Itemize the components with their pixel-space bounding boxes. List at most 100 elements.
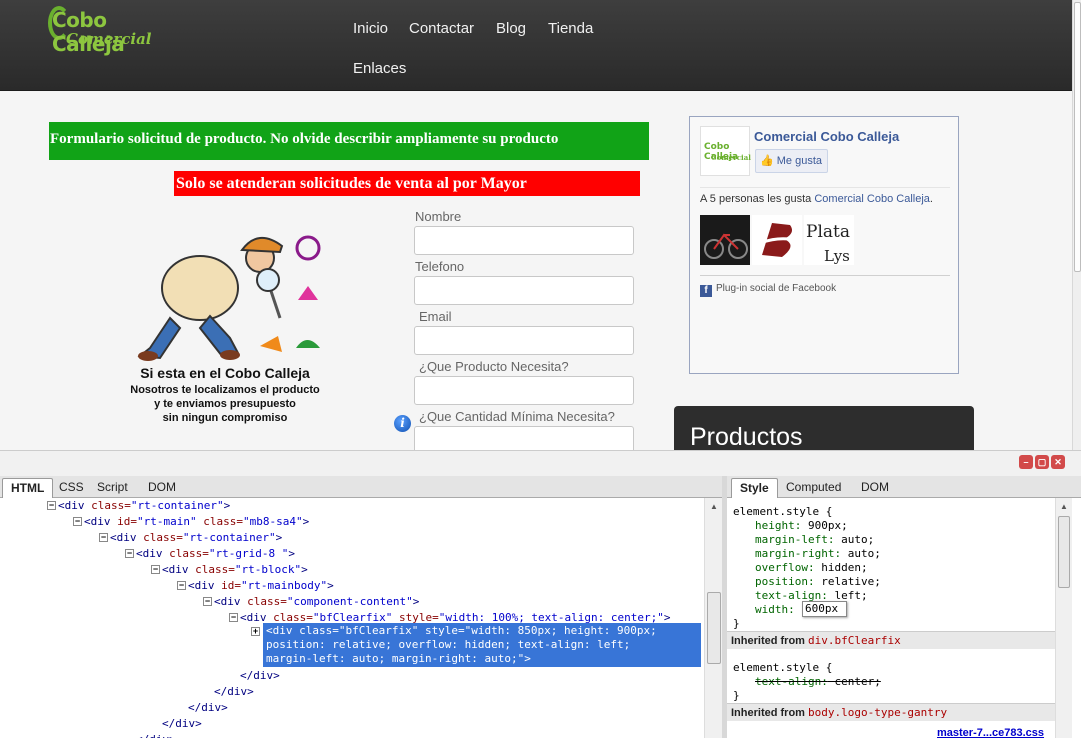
selected-node-line: position: relative; overflow: hidden; te… — [266, 638, 631, 651]
inherited-selector[interactable]: div.bfClearfix — [808, 634, 901, 647]
html-tree-node[interactable]: <div class="rt-container"> — [58, 498, 230, 514]
tab-css[interactable]: CSS — [51, 478, 92, 498]
site-logo[interactable]: Cobo Calleja Comercial — [48, 6, 168, 56]
html-closing-tag: </div> — [214, 685, 254, 698]
tab-script[interactable]: Script — [89, 478, 136, 498]
css-property-height[interactable]: height: 900px; — [755, 519, 848, 533]
firebug-side-tabs: Style Computed DOM — [727, 476, 1081, 498]
nav-contactar[interactable]: Contactar — [409, 20, 474, 37]
facebook-page-name[interactable]: Comercial Cobo Calleja — [754, 129, 899, 144]
logo-line2: Comercial — [66, 30, 152, 48]
selected-node-line: <div class="bfClearfix" style="width: 85… — [266, 624, 657, 637]
expand-node-icon[interactable]: + — [251, 627, 260, 636]
firebug-panel-tabs: HTML CSS Script DOM — [0, 476, 722, 498]
rule-selector[interactable]: element.style { — [733, 505, 832, 519]
collapse-node-icon[interactable]: − — [151, 565, 160, 574]
nav-inicio[interactable]: Inicio — [353, 20, 388, 37]
html-scrollbar[interactable]: ▲ — [704, 498, 722, 738]
tab-html[interactable]: HTML — [2, 478, 54, 498]
inherited-header-1: Inherited from div.bfClearfix — [727, 631, 1055, 649]
facebook-like-count: A 5 personas les gusta Comercial Cobo Ca… — [700, 193, 933, 205]
tab-side-dom[interactable]: DOM — [853, 478, 897, 498]
css-property-margin-left[interactable]: margin-left: auto; — [755, 533, 874, 547]
svg-text:Plata: Plata — [806, 222, 850, 242]
tab-dom[interactable]: DOM — [140, 478, 184, 498]
facebook-page-logo[interactable]: Cobo Calleja Comercial — [700, 126, 751, 176]
html-tree-node[interactable]: <div id="rt-main" class="mb8-sa4"> — [84, 514, 309, 530]
html-tree-node[interactable]: <div class="component-content"> — [214, 594, 419, 610]
style-scrollbar-thumb[interactable] — [1058, 516, 1070, 588]
rule-close: } — [733, 617, 740, 630]
facebook-plugin-label[interactable]: f Plug-in social de Facebook — [700, 283, 836, 297]
collapse-node-icon[interactable]: − — [177, 581, 186, 590]
collapse-node-icon[interactable]: − — [125, 549, 134, 558]
fan-avatar-bike[interactable] — [700, 215, 750, 265]
banner-red: Solo se atenderan solicitudes de venta a… — [174, 171, 640, 196]
stylesheet-source-link[interactable]: master-7...ce783.css — [937, 727, 1044, 739]
html-tree-node[interactable]: <div class="rt-container"> — [110, 530, 282, 546]
page-scrollbar-thumb[interactable] — [1074, 2, 1081, 272]
firebug-toolbar — [0, 450, 1081, 476]
inherited-header-2: Inherited from body.logo-type-gantry — [727, 703, 1055, 721]
collapse-node-icon[interactable]: − — [47, 501, 56, 510]
fan-avatar-plata-lys[interactable]: Plata Lys — [804, 215, 854, 265]
like-count-text: A 5 personas les gusta — [700, 193, 815, 205]
css-property-overflow[interactable]: overflow: hidden; — [755, 561, 868, 575]
html-tree-node[interactable]: <div id="rt-mainbody"> — [188, 578, 334, 594]
nav-enlaces[interactable]: Enlaces — [353, 60, 406, 77]
like-count-link[interactable]: Comercial Cobo Calleja — [814, 193, 930, 205]
facebook-like-button[interactable]: 👍 Me gusta — [755, 149, 828, 173]
html-tree-node[interactable]: <div class="rt-block"> — [162, 562, 308, 578]
property-name: text-align: — [755, 675, 828, 688]
html-scrollbar-thumb[interactable] — [707, 592, 721, 664]
html-closing-tag: </div> — [136, 732, 176, 738]
label-email: Email — [419, 309, 452, 324]
rule-selector-2[interactable]: element.style { — [733, 661, 832, 675]
email-input[interactable] — [414, 326, 634, 355]
tab-style[interactable]: Style — [731, 478, 778, 498]
plugin-text: Plug-in social de Facebook — [716, 283, 837, 294]
inherited-selector[interactable]: body.logo-type-gantry — [808, 706, 947, 719]
collapse-node-icon[interactable]: − — [203, 597, 212, 606]
tagline-line: sin ningun compromiso — [162, 412, 288, 424]
overridden-property[interactable]: text-align: center; — [755, 675, 881, 689]
selected-html-node[interactable]: <div class="bfClearfix" style="width: 85… — [263, 623, 701, 667]
collapse-node-icon[interactable]: − — [99, 533, 108, 542]
tagline-line: y te enviamos presupuesto — [154, 398, 296, 410]
fan-avatar-b-logo[interactable] — [752, 215, 802, 265]
divider — [700, 275, 950, 276]
scroll-up-icon[interactable]: ▲ — [1060, 502, 1068, 511]
detective-illustration — [137, 235, 321, 361]
inherited-label: Inherited from — [731, 635, 809, 647]
tagline-body: Nosotros te localizamos el producto y te… — [120, 383, 330, 425]
nombre-input[interactable] — [414, 226, 634, 255]
label-producto: ¿Que Producto Necesita? — [419, 359, 569, 374]
collapse-node-icon[interactable]: − — [229, 613, 238, 622]
detach-icon[interactable]: ▢ — [1035, 455, 1049, 469]
nav-blog[interactable]: Blog — [496, 20, 526, 37]
scroll-up-icon[interactable]: ▲ — [710, 502, 718, 511]
html-tree-node[interactable]: <div class="rt-grid-8 "> — [136, 546, 295, 562]
style-panel: element.style { height: 900px; margin-lef… — [727, 498, 1055, 738]
producto-input[interactable] — [414, 376, 634, 405]
close-icon[interactable]: ✕ — [1051, 455, 1065, 469]
telefono-input[interactable] — [414, 276, 634, 305]
rule-close-2: } — [733, 689, 740, 702]
tab-computed[interactable]: Computed — [778, 478, 849, 498]
css-property-position[interactable]: position: relative; — [755, 575, 881, 589]
css-value-editor[interactable]: 600px — [802, 601, 847, 617]
site-header: Cobo Calleja Comercial Inicio Contactar … — [0, 0, 1072, 91]
collapse-node-icon[interactable]: − — [73, 517, 82, 526]
page-scrollbar[interactable] — [1072, 0, 1081, 450]
banner-green-text: Formulario solicitud de producto. No olv… — [50, 131, 559, 147]
cantidad-input[interactable] — [414, 426, 634, 450]
nav-tienda[interactable]: Tienda — [548, 20, 593, 37]
style-scrollbar[interactable]: ▲ — [1055, 498, 1072, 738]
label-nombre: Nombre — [415, 209, 462, 224]
label-telefono: Telefono — [415, 259, 465, 274]
info-icon[interactable]: i — [394, 415, 411, 432]
css-property-width[interactable]: width: — [755, 603, 795, 617]
minimize-icon[interactable]: – — [1019, 455, 1033, 469]
css-property-margin-right[interactable]: margin-right: auto; — [755, 547, 881, 561]
label-cantidad: ¿Que Cantidad Mínima Necesita? — [419, 409, 615, 424]
